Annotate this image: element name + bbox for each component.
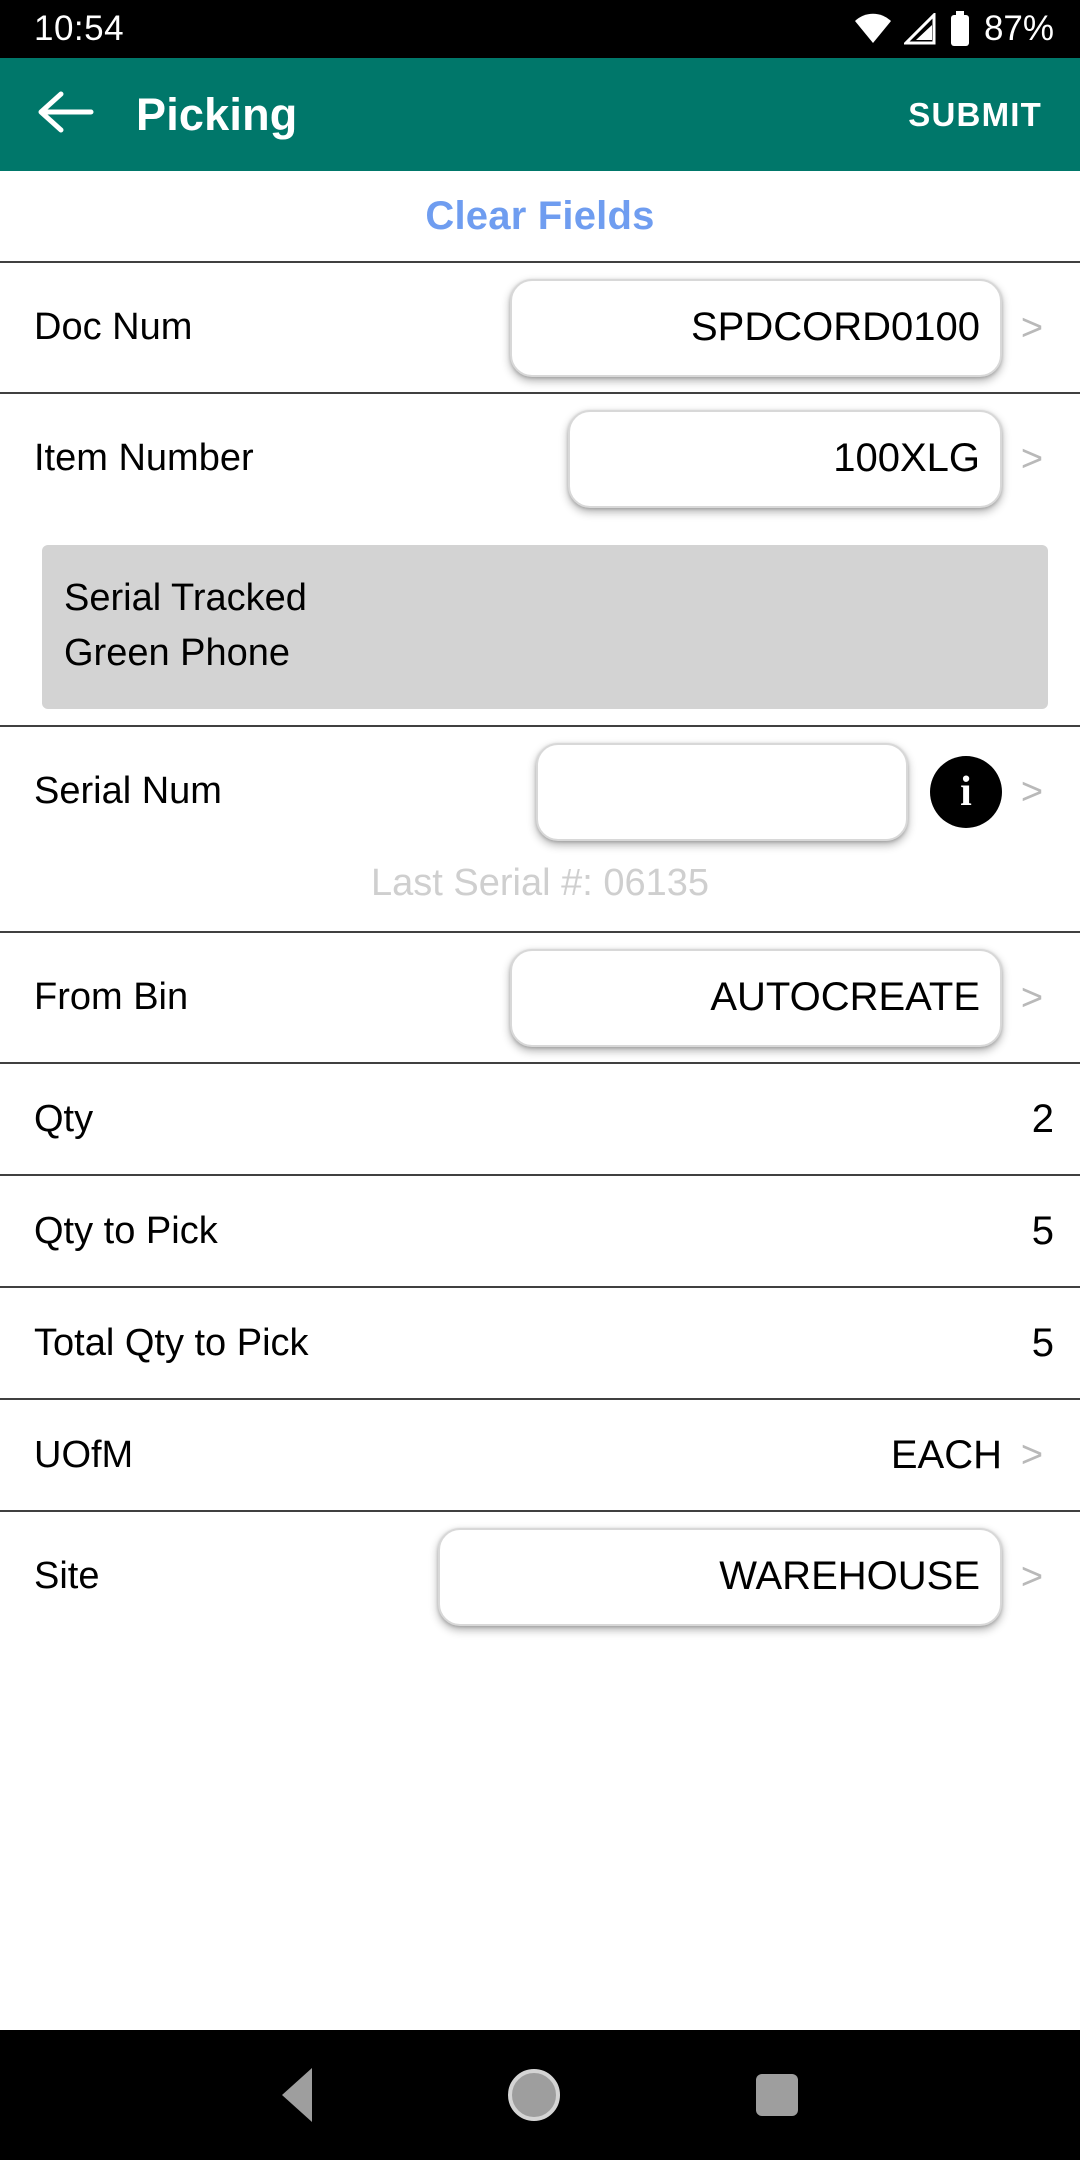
nav-back-button[interactable] <box>282 2068 312 2122</box>
back-button[interactable] <box>34 83 98 147</box>
row-qty-to-pick[interactable]: Qty to Pick 5 <box>0 1176 1080 1287</box>
site-chevron-icon[interactable]: > <box>1010 1558 1054 1596</box>
qty-value: 2 <box>1031 1096 1054 1141</box>
square-recents-icon <box>756 2074 798 2116</box>
total-qty-to-pick-label: Total Qty to Pick <box>34 1321 309 1364</box>
row-site[interactable]: Site WAREHOUSE > <box>0 1512 1080 1642</box>
status-bar: 10:54 87% <box>0 0 1080 58</box>
serial-info-glyph: i <box>960 768 972 815</box>
site-input[interactable]: WAREHOUSE <box>438 1527 1002 1626</box>
row-item-number[interactable]: Item Number 100XLG > <box>0 394 1080 523</box>
from-bin-input[interactable]: AUTOCREATE <box>510 948 1002 1047</box>
row-uofm[interactable]: UOfM EACH > <box>0 1400 1080 1511</box>
item-info-line-1: Serial Tracked <box>64 577 307 619</box>
serial-num-input[interactable] <box>536 742 908 841</box>
nav-recents-button[interactable] <box>756 2074 798 2116</box>
arrow-left-icon <box>37 90 95 139</box>
divider <box>0 392 1080 394</box>
nav-home-button[interactable] <box>508 2069 560 2121</box>
serial-info-icon[interactable]: i <box>930 755 1002 828</box>
triangle-back-icon <box>282 2068 312 2122</box>
row-from-bin[interactable]: From Bin AUTOCREATE > <box>0 933 1080 1063</box>
clear-fields-row: Clear Fields <box>0 171 1080 261</box>
form-scroll-area[interactable]: Clear Fields Doc Num SPDCORD0100 > Item … <box>0 171 1080 2030</box>
divider <box>0 1062 1080 1065</box>
divider <box>0 725 1080 728</box>
serial-num-chevron-icon[interactable]: > <box>1010 773 1054 811</box>
from-bin-value: AUTOCREATE <box>710 975 980 1020</box>
divider <box>0 261 1080 263</box>
uofm-chevron-icon[interactable]: > <box>1010 1436 1054 1474</box>
uofm-value: EACH <box>890 1432 1002 1477</box>
last-serial-hint: Last Serial #: 06135 <box>370 862 709 905</box>
item-number-value: 100XLG <box>833 436 980 480</box>
qty-to-pick-label: Qty to Pick <box>34 1209 218 1252</box>
circle-home-icon <box>508 2069 560 2121</box>
row-total-qty-to-pick[interactable]: Total Qty to Pick 5 <box>0 1288 1080 1399</box>
from-bin-label: From Bin <box>34 976 189 1019</box>
battery-percent: 87% <box>983 9 1054 48</box>
doc-num-input[interactable]: SPDCORD0100 <box>510 278 1002 377</box>
battery-icon <box>949 11 971 47</box>
site-label: Site <box>34 1555 100 1598</box>
doc-num-value: SPDCORD0100 <box>690 305 980 349</box>
serial-num-group: Serial Num i > Last Serial #: 06135 <box>0 727 1080 931</box>
page-title: Picking <box>136 88 298 140</box>
uofm-label: UOfM <box>34 1433 134 1476</box>
divider <box>0 1286 1080 1289</box>
status-icons: 87% <box>853 9 1054 49</box>
item-number-chevron-icon[interactable]: > <box>1010 440 1054 478</box>
divider <box>0 1510 1080 1513</box>
row-qty[interactable]: Qty 2 <box>0 1064 1080 1175</box>
divider <box>0 1174 1080 1177</box>
divider <box>0 931 1080 934</box>
status-clock: 10:54 <box>34 9 125 48</box>
android-nav-bar <box>0 2030 1080 2160</box>
qty-label: Qty <box>34 1097 94 1140</box>
phone-screen: 10:54 87% Picking SUBMIT Clear Fields Do… <box>0 0 1080 2160</box>
app-bar: Picking SUBMIT <box>0 58 1080 171</box>
qty-to-pick-value: 5 <box>1031 1208 1054 1253</box>
item-number-input[interactable]: 100XLG <box>568 409 1002 508</box>
serial-num-label: Serial Num <box>34 770 222 813</box>
total-qty-to-pick-value: 5 <box>1031 1320 1054 1365</box>
divider <box>0 1398 1080 1401</box>
site-value: WAREHOUSE <box>719 1554 980 1599</box>
row-doc-num[interactable]: Doc Num SPDCORD0100 > <box>0 263 1080 392</box>
doc-num-chevron-icon[interactable]: > <box>1010 309 1054 347</box>
wifi-icon <box>853 13 893 45</box>
item-number-label: Item Number <box>34 437 254 479</box>
item-number-group: Item Number 100XLG > Serial Tracked Gree… <box>0 394 1080 710</box>
item-info-line-2: Green Phone <box>64 632 291 675</box>
doc-num-label: Doc Num <box>34 306 193 348</box>
item-info-box: Serial Tracked Green Phone <box>42 545 1048 710</box>
row-serial-num[interactable]: Serial Num i > <box>0 727 1080 857</box>
clear-fields-button[interactable]: Clear Fields <box>425 194 654 239</box>
from-bin-chevron-icon[interactable]: > <box>1010 979 1054 1017</box>
submit-button[interactable]: SUBMIT <box>908 96 1046 134</box>
cellular-signal-icon <box>903 13 938 45</box>
